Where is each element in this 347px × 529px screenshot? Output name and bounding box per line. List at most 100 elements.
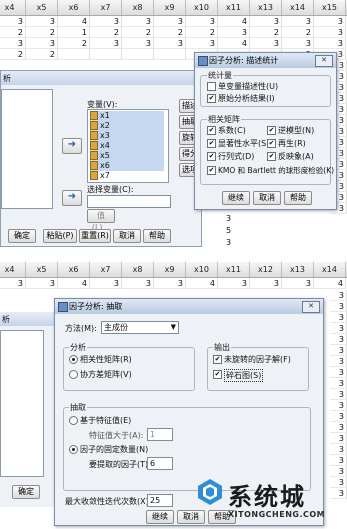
paste-button[interactable]: 粘贴(P): [43, 229, 77, 243]
column-header[interactable]: x6: [58, 0, 90, 15]
move-to-select-button[interactable]: ➜: [62, 190, 82, 206]
help-button[interactable]: 帮助: [143, 229, 171, 243]
grid-cell[interactable]: 4: [186, 278, 218, 289]
covariance-radio[interactable]: [69, 370, 78, 379]
column-header[interactable]: x9: [154, 262, 186, 277]
grid-cell[interactable]: 3: [90, 16, 122, 27]
kmo-checkbox[interactable]: ✔: [207, 166, 216, 175]
grid-cell[interactable]: 3: [154, 278, 186, 289]
desc-help-button[interactable]: 帮助: [284, 191, 312, 205]
grid-cell[interactable]: 3: [314, 27, 346, 38]
grid-cell[interactable]: 4: [58, 16, 90, 27]
grid-cell[interactable]: 2: [90, 27, 122, 38]
column-header[interactable]: x10: [186, 262, 218, 277]
grid-cell[interactable]: 3: [26, 16, 58, 27]
iterations-input[interactable]: 25: [147, 494, 173, 507]
univariate-checkbox[interactable]: [207, 82, 216, 91]
variable-item[interactable]: x1: [90, 111, 164, 121]
grid-cell[interactable]: [58, 49, 90, 60]
grid-cell[interactable]: 2: [154, 27, 186, 38]
grid-cell[interactable]: 3: [186, 16, 218, 27]
grid-cell[interactable]: 3: [122, 38, 154, 49]
variable-item[interactable]: x4: [90, 141, 164, 151]
column-header[interactable]: x7: [90, 262, 122, 277]
grid-cell[interactable]: 4: [218, 38, 250, 49]
grid-cell[interactable]: 3: [330, 323, 347, 334]
grid-cell[interactable]: 3: [330, 444, 347, 455]
cancel-button[interactable]: 取消: [113, 229, 141, 243]
initial-solution-checkbox[interactable]: ✔: [207, 94, 216, 103]
column-header[interactable]: x14: [314, 262, 346, 277]
grid-cell[interactable]: 2: [58, 38, 90, 49]
variable-item[interactable]: x7: [90, 171, 164, 181]
desc-cancel-button[interactable]: 取消: [253, 191, 281, 205]
grid-cell[interactable]: 4: [314, 278, 346, 289]
grid-cell[interactable]: 3: [154, 38, 186, 49]
variable-item[interactable]: x3: [90, 131, 164, 141]
grid-cell[interactable]: 2: [122, 27, 154, 38]
variable-item[interactable]: x5: [90, 151, 164, 161]
grid-cell[interactable]: 3: [330, 312, 347, 323]
grid-cell[interactable]: 3: [314, 38, 346, 49]
grid-cell[interactable]: 4: [218, 16, 250, 27]
select-var-input[interactable]: [87, 195, 171, 208]
grid-cell[interactable]: 2: [0, 27, 26, 38]
column-header[interactable]: x7: [90, 0, 122, 15]
continue-button[interactable]: 继续: [222, 191, 250, 205]
variable-item[interactable]: x6: [90, 161, 164, 171]
grid-cell[interactable]: 2: [0, 49, 26, 60]
source-var-list[interactable]: [1, 89, 53, 209]
grid-cell[interactable]: 3: [330, 301, 347, 312]
grid-cell[interactable]: 3: [122, 278, 154, 289]
determinant-checkbox[interactable]: ✔: [207, 152, 216, 161]
grid-cell[interactable]: 3: [330, 455, 347, 466]
grid-cell[interactable]: [154, 49, 186, 60]
grid-cell[interactable]: 3: [0, 278, 26, 289]
extract-continue-button[interactable]: 继续: [146, 510, 174, 524]
close-icon[interactable]: ✕: [302, 301, 320, 313]
grid-cell[interactable]: 3: [250, 16, 282, 27]
column-header[interactable]: x12: [250, 262, 282, 277]
grid-cell[interactable]: 1: [58, 27, 90, 38]
grid-cell[interactable]: 3: [282, 278, 314, 289]
grid-cell[interactable]: 3: [90, 278, 122, 289]
grid-cell[interactable]: 3: [330, 400, 347, 411]
grid-cell[interactable]: 4: [58, 278, 90, 289]
significance-checkbox[interactable]: ✔: [207, 139, 216, 148]
column-header[interactable]: x5: [26, 262, 58, 277]
grid-cell[interactable]: 3: [218, 27, 250, 38]
grid-cell[interactable]: 3: [330, 345, 347, 356]
grid-cell[interactable]: 2: [186, 27, 218, 38]
variable-list[interactable]: x1 x2 x3 x4 x5 x6 x7: [87, 109, 169, 183]
reset-button[interactable]: 重置(R): [79, 229, 111, 243]
grid-cell[interactable]: 3: [330, 356, 347, 367]
column-header[interactable]: x5: [26, 0, 58, 15]
grid-cell[interactable]: 3: [154, 16, 186, 27]
ok-button[interactable]: 确定: [8, 229, 36, 243]
grid-cell[interactable]: 3: [282, 16, 314, 27]
coef-checkbox[interactable]: ✔: [207, 126, 216, 135]
column-header[interactable]: x4: [0, 262, 26, 277]
bottom-ok-button[interactable]: 确定: [12, 485, 40, 499]
column-header[interactable]: x11: [218, 0, 250, 15]
grid-cell[interactable]: 3: [330, 389, 347, 400]
grid-cell[interactable]: 3: [26, 38, 58, 49]
column-header[interactable]: x9: [154, 0, 186, 15]
close-icon[interactable]: ✕: [315, 55, 333, 67]
column-header[interactable]: x14: [282, 0, 314, 15]
column-header[interactable]: x4: [0, 0, 26, 15]
correlation-radio[interactable]: [69, 355, 78, 364]
column-header[interactable]: x13: [282, 262, 314, 277]
variable-item[interactable]: x2: [90, 121, 164, 131]
extraction-title-bar[interactable]: 因子分析: 抽取: [55, 299, 323, 314]
grid-cell[interactable]: 3: [0, 16, 26, 27]
eigen-input[interactable]: 1: [147, 428, 173, 441]
grid-cell[interactable]: 3: [330, 290, 347, 301]
column-header[interactable]: x8: [122, 0, 154, 15]
grid-cell[interactable]: 3: [250, 38, 282, 49]
method-select[interactable]: 主成份 ▼: [101, 321, 179, 334]
grid-cell[interactable]: 3: [218, 278, 250, 289]
column-header[interactable]: x11: [218, 262, 250, 277]
column-header[interactable]: x8: [122, 262, 154, 277]
move-to-vars-button[interactable]: ➜: [62, 138, 82, 154]
